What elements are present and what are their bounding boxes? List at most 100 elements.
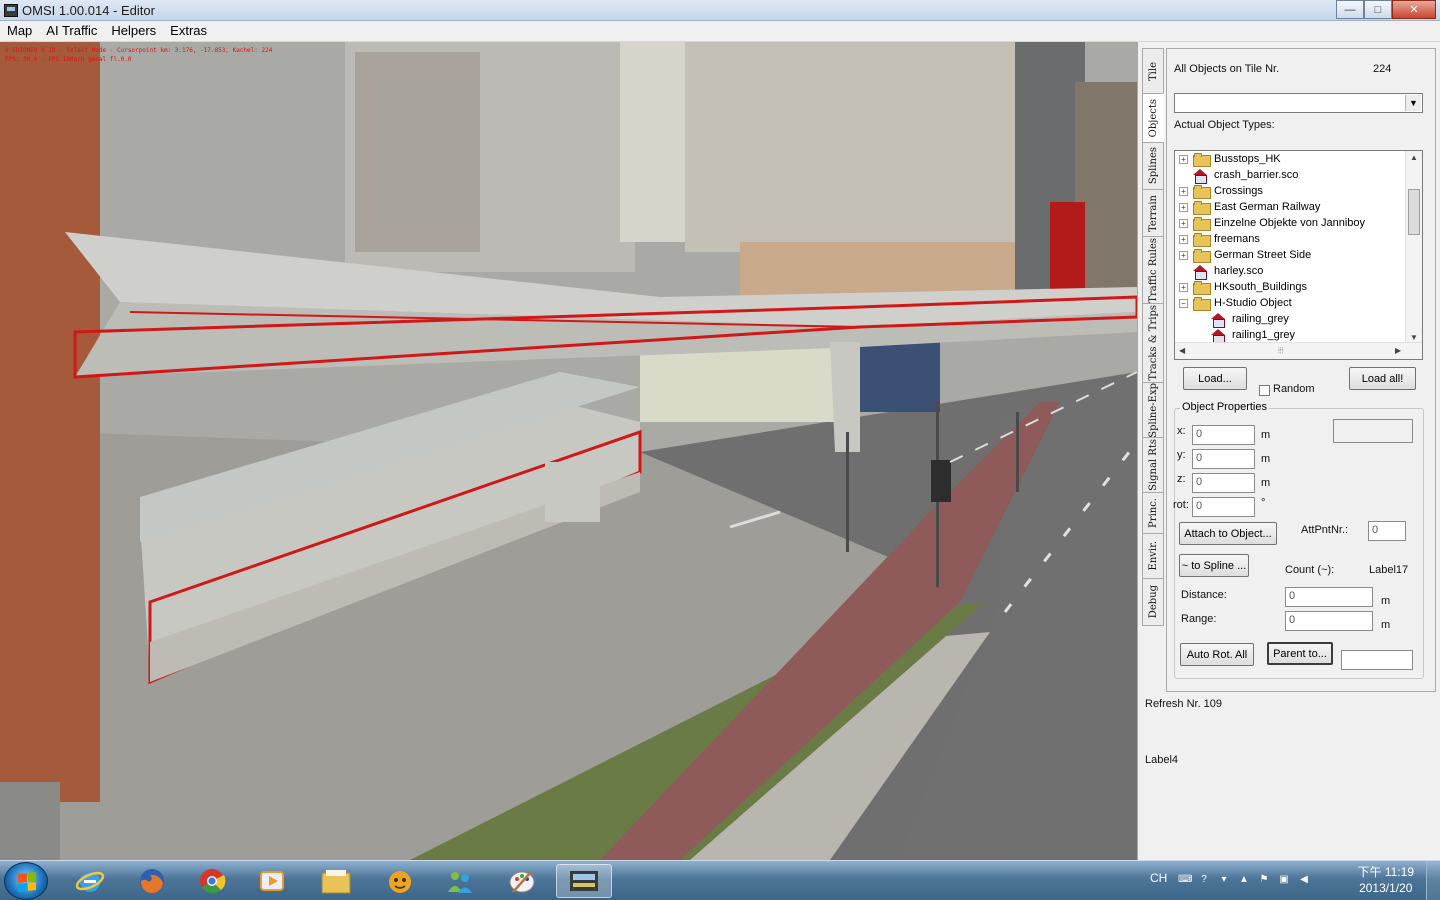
z-field[interactable]: 0 [1192,473,1255,493]
tree-item[interactable]: + German Street Side [1179,247,1311,263]
tab-terrain[interactable]: Terrain [1142,189,1164,237]
scroll-up-icon[interactable]: ▲ [1410,153,1418,162]
parent-to-button[interactable]: Parent to... [1267,642,1333,665]
tab-spline-exp[interactable]: Spline-Exp [1142,382,1164,438]
3d-viewport[interactable]: 0 EDIONE0 0 ID - Select Mode - Cursorpoi… [0,42,1137,860]
tree-vertical-scrollbar[interactable]: ▲ ▼ [1405,151,1422,344]
help-icon[interactable]: ? [1198,874,1210,886]
volume-icon[interactable]: ◀ [1298,874,1310,886]
tab-objects[interactable]: Objects [1142,93,1164,143]
auto-rot-all-button[interactable]: Auto Rot. All [1180,643,1254,666]
expand-icon[interactable]: + [1179,282,1188,292]
tab-signal-routes[interactable]: Signal Rts [1142,437,1164,493]
scroll-grip-icon[interactable]: ⦙⦙⦙ [1278,346,1283,356]
load-all-button[interactable]: Load all! [1349,367,1416,390]
tree-item[interactable]: + freemans [1179,231,1260,247]
language-indicator[interactable]: CH [1150,871,1167,885]
network-icon[interactable] [432,864,488,898]
tab-tile[interactable]: Tile [1142,48,1164,94]
tab-debug[interactable]: Debug [1142,578,1164,626]
tab-princ[interactable]: Princ. [1142,492,1164,534]
menu-extras[interactable]: Extras [163,21,214,41]
tree-item-label: H-Studio Object [1214,297,1292,309]
file-explorer-icon[interactable] [308,864,364,898]
chevron-down-icon[interactable]: ▼ [1405,95,1421,111]
x-label: x: [1177,425,1186,437]
tree-item[interactable]: + East German Railway [1179,199,1320,215]
vertical-tab-strip: Tile Objects Splines Terrain Traffic Rul… [1142,48,1164,626]
tree-item[interactable]: crash_barrier.sco [1193,167,1298,184]
random-checkbox[interactable] [1259,385,1270,396]
scroll-left-icon[interactable]: ◀ [1179,346,1185,355]
expand-icon[interactable]: + [1179,218,1188,228]
expand-icon[interactable]: + [1179,234,1188,244]
menu-map[interactable]: Map [0,21,39,41]
tree-item[interactable]: + Busstops_HK [1179,151,1281,167]
tree-item[interactable]: railing1_grey [1211,327,1295,344]
range-field[interactable]: 0 [1285,611,1373,631]
expand-icon[interactable]: + [1179,186,1188,196]
expand-icon[interactable]: + [1179,154,1188,164]
parent-field[interactable] [1341,650,1413,670]
scroll-down-icon[interactable]: ▼ [1410,333,1418,342]
to-spline-button[interactable]: ~ to Spline ... [1179,554,1249,577]
keyboard-icon[interactable]: ⌨ [1178,874,1192,886]
tree-item-label: railing_grey [1232,313,1289,325]
object-icon [1193,168,1208,184]
load-button[interactable]: Load... [1183,367,1247,390]
maximize-button[interactable]: □ [1364,0,1392,19]
collapse-icon[interactable]: − [1179,298,1188,308]
tab-tracks-trips[interactable]: Tracks & Trips [1142,303,1164,383]
tab-spline-exp-label: Spline-Exp [1147,382,1159,438]
network-status-icon[interactable]: ▣ [1278,874,1290,886]
game-icon[interactable] [372,864,428,898]
menu-ai-traffic[interactable]: AI Traffic [39,21,104,41]
expand-icon[interactable]: + [1179,202,1188,212]
distance-field[interactable]: 0 [1285,587,1373,607]
expand-icon[interactable]: + [1179,250,1188,260]
attach-to-object-button[interactable]: Attach to Object... [1179,522,1277,545]
clock[interactable]: 下午 11:19 2013/1/20 [1358,864,1414,896]
media-player-icon[interactable] [244,864,300,898]
action-center-icon[interactable]: ⚑ [1258,874,1270,886]
tree-item[interactable]: − H-Studio Object [1179,295,1292,311]
window-title: OMSI 1.00.014 - Editor [22,3,155,18]
distance-unit: m [1381,595,1391,607]
close-button[interactable]: ✕ [1392,0,1436,19]
tree-horizontal-scrollbar[interactable]: ◀ ⦙⦙⦙ ▶ [1175,342,1422,359]
show-hidden-icons-icon[interactable]: ▲ [1238,874,1250,886]
menu-helpers[interactable]: Helpers [104,21,163,41]
scroll-thumb[interactable] [1408,189,1420,235]
internet-explorer-icon[interactable] [62,864,118,898]
firefox-icon[interactable] [124,864,180,898]
tree-item[interactable]: harley.sco [1193,263,1263,280]
refresh-label: Refresh Nr. 109 [1145,698,1223,710]
app-icon [4,4,18,17]
show-desktop-button[interactable] [1426,861,1440,900]
z-unit: m [1261,477,1271,489]
settings-icon[interactable]: ▾ [1218,874,1230,886]
x-field[interactable]: 0 [1192,425,1255,445]
tree-item[interactable]: + Crossings [1179,183,1263,199]
object-icon [1211,328,1226,344]
tree-item[interactable]: + Einzelne Objekte von Janniboy [1179,215,1365,231]
y-unit: m [1261,453,1271,465]
chrome-icon[interactable] [184,864,240,898]
tab-splines[interactable]: Splines [1142,142,1164,190]
attpnt-field[interactable]: 0 [1368,521,1406,541]
minimize-button[interactable]: — [1336,0,1364,19]
y-field[interactable]: 0 [1192,449,1255,469]
tree-item[interactable]: railing_grey [1211,311,1289,328]
tree-item[interactable]: + HKsouth_Buildings [1179,279,1307,295]
tab-envir[interactable]: Envir. [1142,533,1164,579]
count-value: Label17 [1369,564,1409,576]
start-button[interactable] [4,862,48,900]
debug-line: 0 EDIONE0 0 ID - Select Mode - Cursorpoi… [5,47,273,54]
scroll-right-icon[interactable]: ▶ [1395,346,1401,355]
paint-icon[interactable] [494,864,550,898]
tab-traffic-rules[interactable]: Traffic Rules [1142,236,1164,304]
rot-field[interactable]: 0 [1192,497,1255,517]
object-filter-combo[interactable]: ▼ [1174,93,1423,113]
object-type-tree[interactable]: + Busstops_HK crash_barrier.sco + Crossing… [1174,150,1423,360]
omsi-editor-taskbar-button[interactable] [556,864,612,898]
